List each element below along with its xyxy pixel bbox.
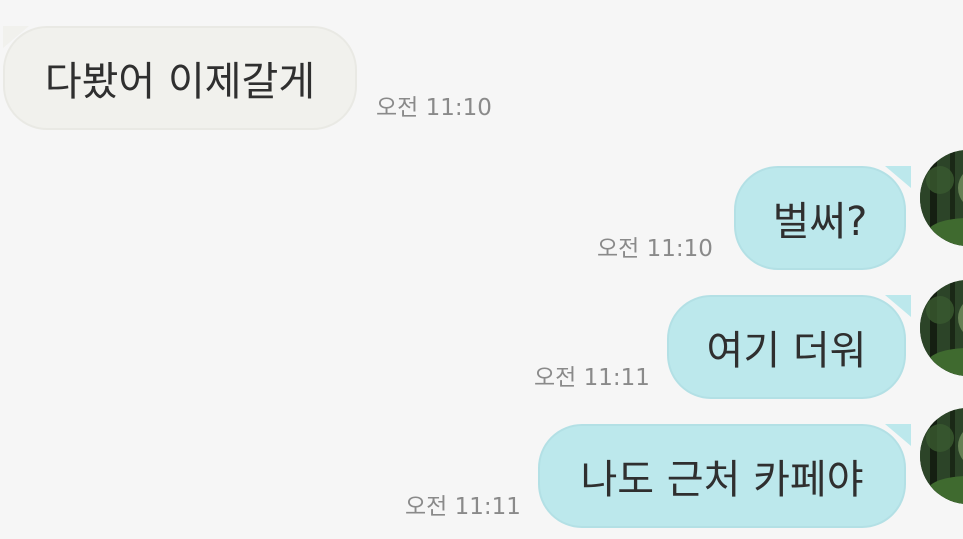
message-timestamp: 오전 11:11 [534,365,650,391]
message-text: 여기 더워 [706,328,867,374]
avatar[interactable] [920,280,963,376]
avatar[interactable] [920,150,963,246]
chat-message-list[interactable]: 다봤어 이제갈게 오전 11:10 오전 11:10 벌써? 오전 11:11 … [0,0,963,539]
avatar[interactable] [920,408,963,504]
message-text: 벌써? [772,199,868,245]
message-bubble-incoming[interactable]: 다봤어 이제갈게 [3,26,357,130]
message-timestamp: 오전 11:11 [405,494,521,520]
message-timestamp: 오전 11:10 [376,95,492,121]
message-bubble-outgoing[interactable]: 나도 근처 카페야 [538,424,906,528]
message-bubble-outgoing[interactable]: 벌써? [734,166,906,270]
message-text: 다봤어 이제갈게 [44,59,316,105]
profile-photo-forest-icon [920,150,963,246]
message-text: 나도 근처 카페야 [580,457,864,503]
message-timestamp: 오전 11:10 [597,236,713,262]
profile-photo-forest-icon [920,280,963,376]
profile-photo-forest-icon [920,408,963,504]
message-bubble-outgoing[interactable]: 여기 더워 [667,295,906,399]
